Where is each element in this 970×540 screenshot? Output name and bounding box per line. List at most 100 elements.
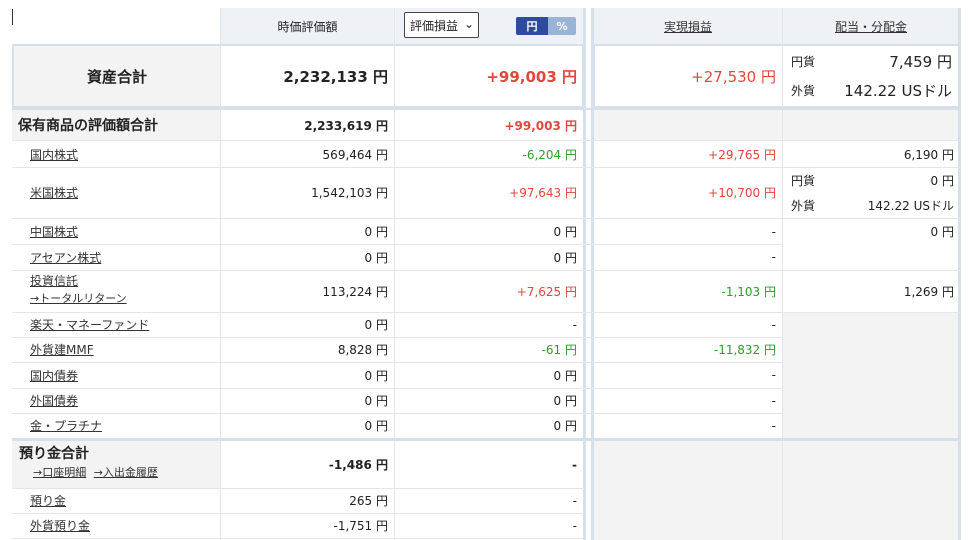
row-foreign-bond-unrealized: 0 円 — [553, 394, 577, 408]
row-domestic-bond-value: 0 円 — [364, 368, 388, 383]
grid-vline — [220, 8, 221, 540]
row-us-stock-link[interactable]: 米国株式 — [30, 184, 78, 201]
deposit-history-link[interactable]: →入出金履歴 — [94, 466, 158, 479]
grid-hline — [12, 244, 782, 245]
row-fx-mmf-link[interactable]: 外貨建MMF — [30, 341, 94, 358]
row-fund-dividend: 1,269 円 — [903, 284, 954, 299]
header-market-value: 時価評価額 — [277, 19, 338, 34]
row-fund-label: 投資信託 →トータルリターン — [30, 273, 220, 311]
row-domestic-stock-realized: +29,765 円 — [708, 147, 776, 162]
row-deposit-value: 265 円 — [349, 494, 388, 508]
row-fx-deposit-link[interactable]: 外貨預り金 — [30, 517, 90, 534]
row-china-stock-label[interactable]: 中国株式 — [16, 219, 220, 244]
header-dividends-link[interactable]: 配当・分配金 — [782, 8, 960, 44]
row-domestic-bond-link[interactable]: 国内債券 — [30, 367, 78, 384]
grid-hline — [12, 312, 960, 313]
row-gold-platinum-value: 0 円 — [364, 419, 388, 433]
row-domestic-bond-realized: - — [771, 368, 776, 382]
total-label: 資産合計 — [86, 67, 147, 86]
row-gold-platinum-label[interactable]: 金・プラチナ — [16, 413, 220, 438]
holdings-market-value: 2,233,619 円 — [304, 118, 388, 133]
row-us-stock-div-jpy-label: 円貨 — [791, 173, 816, 188]
grid-column-divider — [591, 8, 594, 540]
row-money-fund-value: 0 円 — [364, 318, 388, 332]
row-fx-deposit-label[interactable]: 外貨預り金 — [16, 513, 220, 538]
toggle-yen-button[interactable]: 円 — [516, 17, 548, 35]
row-fund-unrealized: +7,625 円 — [516, 284, 577, 299]
row-money-fund-unrealized: - — [572, 317, 577, 332]
row-gold-platinum-link[interactable]: 金・プラチナ — [30, 417, 102, 434]
row-us-stock-div-fx: 142.22 USドル — [867, 198, 954, 213]
row-asean-stock-label[interactable]: アセアン株式 — [16, 244, 220, 270]
pnl-select[interactable]: 評価損益 ⌄ — [404, 12, 479, 38]
row-gold-platinum-unrealized: 0 円 — [553, 419, 577, 433]
total-div-jpy-label: 円貨 — [791, 54, 816, 69]
row-asean-stock-value: 0 円 — [364, 250, 388, 265]
row-domestic-stock-value: 569,464 円 — [322, 147, 388, 162]
grid-hline — [12, 538, 584, 539]
text-cursor — [12, 9, 13, 25]
row-foreign-bond-value: 0 円 — [364, 394, 388, 408]
grid-hline — [12, 140, 960, 141]
row-china-stock-unrealized: 0 円 — [553, 225, 577, 239]
row-us-stock-value: 1,542,103 円 — [311, 186, 388, 200]
row-foreign-bond-link[interactable]: 外国債券 — [30, 392, 78, 409]
total-unrealized: +99,003 円 — [486, 67, 577, 86]
grid-hline — [12, 413, 782, 414]
row-china-stock-value: 0 円 — [364, 225, 388, 239]
grid-hline — [12, 362, 782, 363]
row-china-stock-link[interactable]: 中国株式 — [30, 223, 78, 240]
row-domestic-bond-label[interactable]: 国内債券 — [16, 362, 220, 388]
grid-hline — [12, 513, 584, 514]
chevron-down-icon: ⌄ — [463, 17, 474, 31]
grid-hline — [12, 218, 960, 219]
row-china-stock-realized: - — [771, 224, 776, 239]
row-fx-mmf-unrealized: -61 円 — [541, 343, 577, 357]
row-deposit-label[interactable]: 預り金 — [16, 488, 220, 513]
row-deposit-link[interactable]: 預り金 — [30, 492, 66, 509]
row-foreign-bond-label[interactable]: 外国債券 — [16, 388, 220, 413]
row-domestic-stock-unrealized: -6,204 円 — [522, 147, 578, 162]
grid-vline — [394, 8, 395, 540]
row-fund-link[interactable]: 投資信託 — [30, 273, 220, 290]
row-china-stock-dividend: 0 円 — [930, 225, 954, 239]
row-us-stock-label[interactable]: 米国株式 — [16, 167, 220, 218]
header-dividends-text[interactable]: 配当・分配金 — [835, 18, 907, 35]
deposits-links: →口座明細 →入出金履歴 — [19, 464, 219, 482]
row-fx-mmf-value: 8,828 円 — [337, 343, 388, 357]
grid-column-divider — [583, 8, 586, 540]
header-realized-text[interactable]: 実現損益 — [664, 18, 712, 35]
row-fund-total-return-link[interactable]: →トータルリターン — [30, 290, 220, 308]
grid-hline — [12, 337, 782, 338]
row-fx-deposit-unrealized: - — [572, 518, 577, 533]
row-us-stock-realized: +10,700 円 — [708, 186, 776, 200]
row-fx-deposit-value: -1,751 円 — [333, 519, 389, 533]
total-div-jpy: 7,459 円 — [889, 52, 952, 71]
grid-hline — [12, 388, 782, 389]
row-domestic-stock-label[interactable]: 国内株式 — [16, 141, 220, 167]
toggle-percent-button[interactable]: % — [548, 17, 576, 35]
row-asean-stock-link[interactable]: アセアン株式 — [30, 249, 101, 266]
deposits-label: 預り金合計 — [19, 446, 89, 462]
account-detail-link[interactable]: →口座明細 — [33, 466, 86, 479]
row-deposit-unrealized: - — [572, 493, 577, 508]
row-fx-mmf-realized: -11,832 円 — [713, 343, 776, 357]
row-domestic-bond-unrealized: 0 円 — [553, 368, 577, 383]
row-asean-stock-unrealized: 0 円 — [553, 250, 577, 265]
grid-right-border — [958, 8, 961, 540]
row-gold-platinum-realized: - — [771, 418, 776, 433]
pnl-select-value: 評価損益 — [410, 18, 459, 33]
grid-hline — [12, 167, 960, 168]
row-domestic-stock-dividend: 6,190 円 — [903, 147, 954, 162]
grid-hline — [12, 488, 584, 489]
row-fx-mmf-label[interactable]: 外貨建MMF — [16, 337, 220, 362]
row-money-fund-link[interactable]: 楽天・マネーファンド — [30, 316, 149, 333]
row-fund-value: 113,224 円 — [322, 284, 388, 299]
row-money-fund-label[interactable]: 楽天・マネーファンド — [16, 312, 220, 337]
grid-vline — [782, 8, 783, 540]
row-domestic-stock-link[interactable]: 国内株式 — [30, 146, 78, 163]
total-div-fx: 142.22 USドル — [844, 81, 952, 100]
header-realized-link[interactable]: 実現損益 — [594, 8, 782, 44]
row-fund-realized: -1,103 円 — [721, 284, 777, 299]
holdings-unrealized: +99,003 円 — [504, 118, 577, 133]
